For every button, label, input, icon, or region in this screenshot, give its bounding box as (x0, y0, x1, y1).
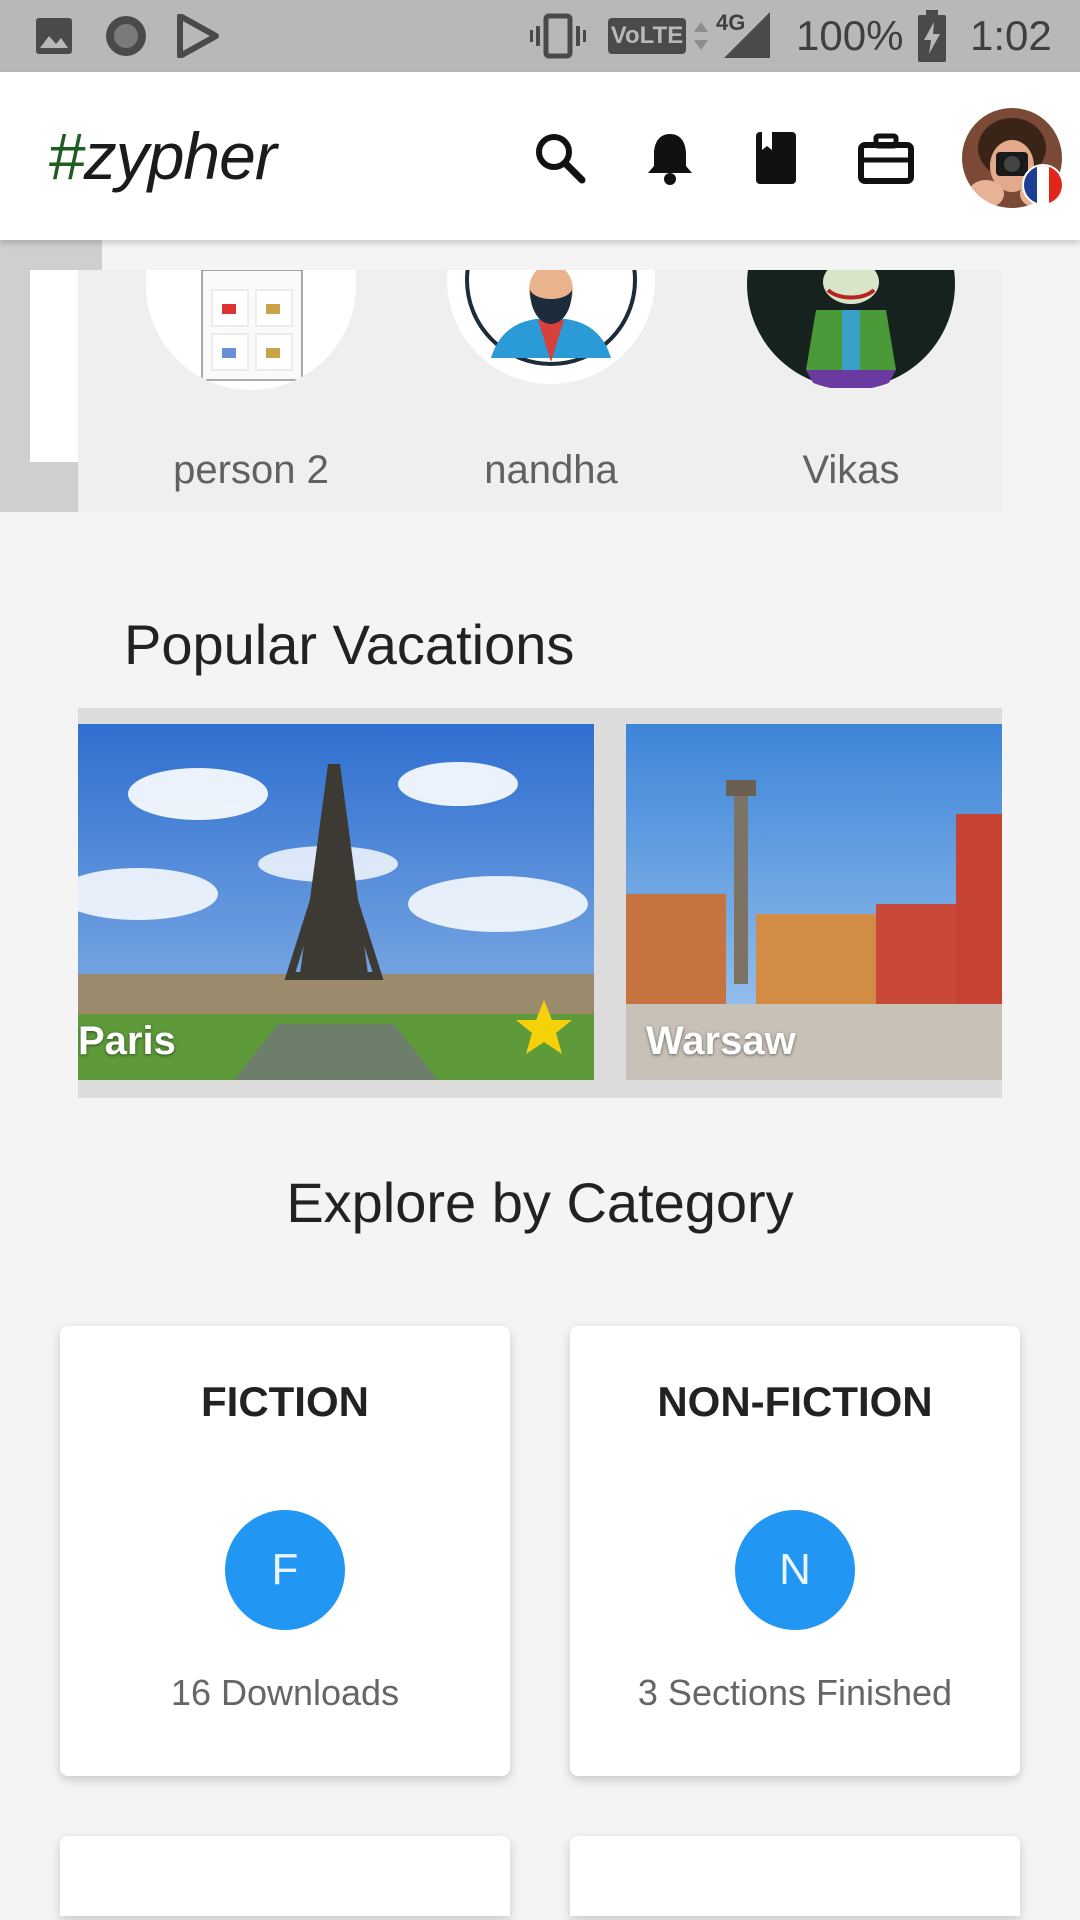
vacation-card-paris[interactable]: Paris (78, 724, 594, 1080)
brand-logo[interactable]: #zypher (48, 118, 277, 194)
clock: 1:02 (970, 12, 1052, 59)
app-bar: #zypher (0, 72, 1080, 240)
category-card-non-fiction[interactable]: NON-FICTION N 3 Sections Finished (570, 1326, 1020, 1776)
category-title: NON-FICTION (657, 1378, 933, 1425)
vibrate-icon (530, 13, 586, 59)
person-name: nandha (484, 448, 618, 492)
category-card-fiction[interactable]: FICTION F 16 Downloads (60, 1326, 510, 1776)
battery-charging-icon (918, 10, 946, 62)
category-card-partial[interactable] (60, 1836, 510, 1916)
vacation-label: Warsaw (646, 1019, 796, 1063)
bell-icon[interactable] (640, 128, 700, 188)
category-subtitle: 3 Sections Finished (637, 1672, 953, 1713)
category-initial-avatar: F (225, 1510, 345, 1630)
briefcase-icon[interactable] (856, 128, 916, 188)
sync-circle-icon (106, 16, 146, 56)
explore-by-category-title: Explore by Category (286, 1171, 794, 1234)
play-store-icon (177, 14, 219, 58)
vacation-label: Paris (78, 1019, 176, 1063)
category-initial-avatar: N (735, 1510, 855, 1630)
category-card-partial[interactable] (570, 1836, 1020, 1916)
signal-icon (724, 12, 770, 58)
data-arrows-icon (694, 22, 708, 50)
battery-percent: 100% (796, 12, 904, 59)
brand-name: zypher (83, 119, 277, 193)
category-title: FICTION (201, 1378, 369, 1425)
person-name: Vikas (802, 448, 900, 492)
people-strip-edge (30, 270, 80, 462)
category-subtitle: 16 Downloads (170, 1672, 400, 1713)
vacation-card-warsaw[interactable]: Warsaw (626, 724, 1002, 1080)
person-name: person 2 (173, 448, 329, 492)
brand-hash: # (48, 119, 85, 193)
volte-badge: VoLTE (608, 18, 686, 54)
gallery-icon (36, 18, 72, 54)
star-icon[interactable] (514, 998, 574, 1058)
status-bar: VoLTE 4G 100% 1:02 (0, 0, 1080, 72)
language-flag-icon[interactable] (1022, 164, 1064, 206)
search-icon[interactable] (530, 128, 590, 188)
book-icon[interactable] (746, 128, 806, 188)
popular-vacations-title: Popular Vacations (124, 613, 575, 676)
